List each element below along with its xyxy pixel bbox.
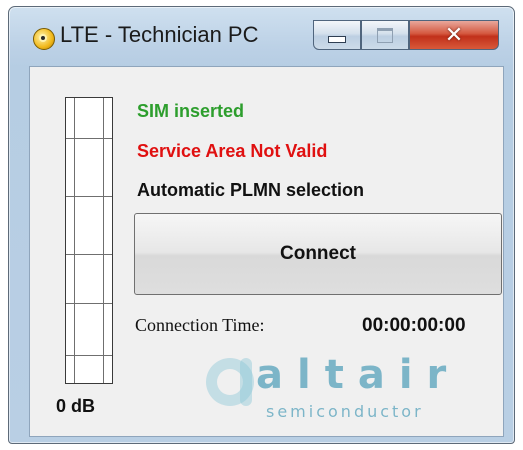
- meter-inner-wall: [74, 98, 75, 383]
- client-area: 0 dB SIM inserted Service Area Not Valid…: [29, 66, 504, 437]
- minimize-icon: [328, 35, 346, 43]
- connection-time-label: Connection Time:: [135, 315, 265, 335]
- sim-status: SIM inserted: [137, 101, 245, 121]
- maximize-button[interactable]: [361, 20, 409, 50]
- signal-level-label: 0 dB: [56, 396, 96, 416]
- company-logo: altair semiconductor: [200, 352, 490, 432]
- plmn-selection-status: Automatic PLMN selection: [137, 180, 365, 200]
- altair-logo-mark: [206, 358, 254, 406]
- service-area-status: Service Area Not Valid: [137, 141, 328, 161]
- connection-time-value: 00:00:00:00: [362, 315, 466, 336]
- close-button[interactable]: ✕: [409, 20, 499, 50]
- maximize-icon: [377, 27, 393, 43]
- window-title: LTE - Technician PC: [60, 22, 259, 47]
- meter-segment-divider: [66, 196, 112, 197]
- connect-button[interactable]: Connect: [134, 213, 502, 295]
- logo-wordmark: altair: [256, 352, 461, 398]
- app-window: LTE - Technician PC ✕ 0 dB SIM inserted …: [8, 6, 515, 444]
- meter-inner-wall: [103, 98, 104, 383]
- close-icon: ✕: [444, 22, 464, 48]
- meter-segment-divider: [66, 303, 112, 304]
- signal-strength-meter: [65, 97, 113, 384]
- meter-segment-divider: [66, 355, 112, 356]
- title-bar[interactable]: LTE - Technician PC ✕: [9, 7, 514, 67]
- meter-segment-divider: [66, 254, 112, 255]
- minimize-button[interactable]: [313, 20, 361, 50]
- app-icon[interactable]: [33, 28, 55, 50]
- logo-subtitle: semiconductor: [266, 402, 424, 421]
- meter-segment-divider: [66, 138, 112, 139]
